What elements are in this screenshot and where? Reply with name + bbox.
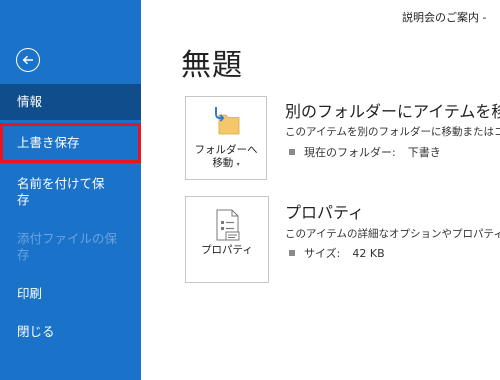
backstage-sidebar: 情報 上書き保存 名前を付けて保 存 添付ファイルの保 存 印刷 閉じる [0,0,141,380]
backstage-window: 情報 上書き保存 名前を付けて保 存 添付ファイルの保 存 印刷 閉じる 説明会… [0,0,500,380]
nav-item-label: 上書き保存 [17,135,80,150]
move-tile-label: フォルダーへ [194,144,258,156]
nav-item-label: 添付ファイルの保 [17,231,118,246]
dropdown-caret-icon: ▾ [236,161,240,168]
nav-item-label-line2: 存 [17,192,30,207]
nav-item-save-as[interactable]: 名前を付けて保 存 [0,176,141,212]
size-value: 42 KB [352,247,385,260]
size-info: サイズ: 42 KB [289,245,385,261]
document-caption: 説明会のご案内 - [402,11,487,24]
properties-description: このアイテムの詳細なオプションやプロパティを設 [285,228,500,240]
properties-tile-label: プロパティ [201,244,253,256]
nav-item-info[interactable]: 情報 [0,84,141,120]
move-to-folder-button[interactable]: フォルダーへ 移動 ▾ [185,96,267,180]
nav-item-label: 閉じる [17,324,55,339]
move-folder-icon [215,107,240,135]
backstage-main: 説明会のご案内 - 無題 フォルダーへ 移動 ▾ 別のフォルダーにアイテムを移 … [141,0,500,380]
properties-heading: プロパティ [285,203,365,222]
nav-item-save-attachments: 添付ファイルの保 存 [0,231,141,267]
nav-item-print[interactable]: 印刷 [0,286,141,306]
nav-item-label: 情報 [17,94,43,109]
move-tile-label-line2: 移動 ▾ [186,157,266,171]
properties-button[interactable]: プロパティ [185,196,269,283]
bullet-icon [289,250,295,256]
bullet-icon [289,149,295,155]
current-folder-value: 下書き [407,146,441,159]
current-folder-label: 現在のフォルダー: [304,146,396,159]
nav-item-label: 名前を付けて保 [17,176,105,191]
nav-item-label-line2: 存 [17,247,30,262]
nav-item-label: 印刷 [17,286,43,301]
nav-item-save[interactable]: 上書き保存 [0,123,141,163]
back-arrow-icon [22,55,33,65]
size-label: サイズ: [304,247,341,260]
move-description: このアイテムを別のフォルダーに移動またはコピー [285,126,500,138]
properties-document-icon [216,209,240,241]
current-folder-info: 現在のフォルダー: 下書き [289,144,441,160]
page-title: 無題 [181,48,243,83]
back-button[interactable] [16,48,40,72]
move-heading: 別のフォルダーにアイテムを移 [285,102,500,121]
nav-item-close[interactable]: 閉じる [0,324,141,344]
move-tile-label-text: 移動 [212,157,234,169]
